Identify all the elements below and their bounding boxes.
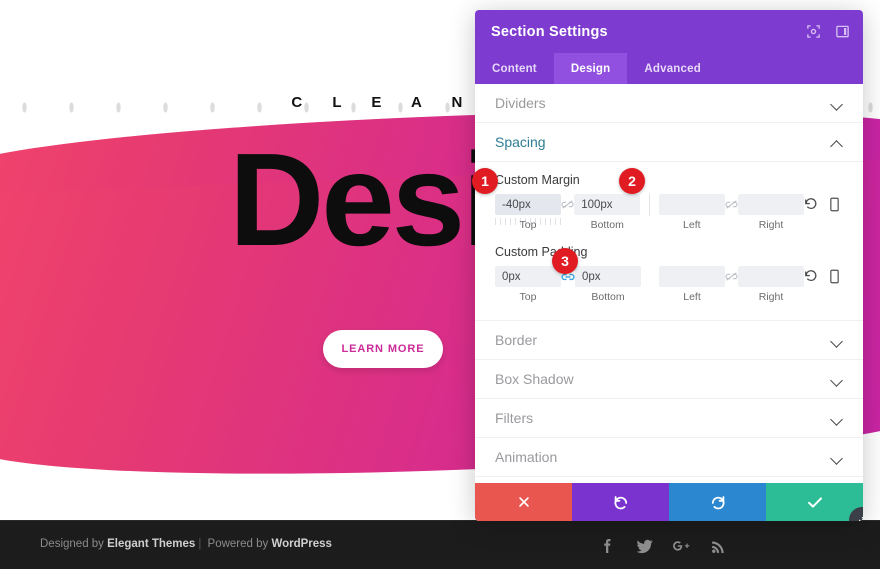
margin-left-caption: Left (683, 219, 701, 231)
margin-top-input[interactable] (495, 194, 561, 215)
site-footer: Designed by Elegant Themes | Powered by W… (0, 520, 880, 569)
custom-padding-row: Top Bottom Left (495, 266, 843, 306)
modal-body: Dividers Spacing Custom Margin Top (475, 84, 863, 483)
margin-bottom-caption: Bottom (590, 219, 624, 231)
chevron-down-icon (832, 100, 843, 107)
custom-margin-label: Custom Margin (495, 173, 580, 187)
annotation-badge-1: 1 (472, 168, 498, 194)
padding-responsive-device-icon[interactable] (829, 269, 843, 285)
margin-top-caption: Top (519, 219, 537, 231)
chevron-down-icon (832, 415, 843, 422)
padding-left-input[interactable] (659, 266, 725, 287)
rss-icon[interactable] (706, 534, 730, 558)
margin-right-group: Right (738, 194, 804, 231)
modal-title: Section Settings (491, 23, 608, 40)
margin-row-tools (804, 194, 843, 215)
annotation-badge-3: 3 (552, 248, 578, 274)
credit-prefix: Designed by (40, 538, 108, 550)
accordion-label-filters: Filters (495, 410, 534, 426)
margin-bottom-group: Bottom (574, 194, 641, 231)
padding-left-group: Left (659, 266, 725, 303)
section-settings-modal: Section Settings Content Design Advanced (475, 10, 863, 521)
margin-bottom-input[interactable] (574, 194, 641, 215)
margin-group-divider (649, 194, 650, 216)
margin-left-right-link-icon[interactable] (725, 194, 738, 215)
accordion-label-border: Border (495, 332, 538, 348)
accordion-border[interactable]: Border (475, 321, 863, 360)
accordion-label-spacing: Spacing (495, 134, 546, 150)
modal-tabs: Content Design Advanced (475, 53, 863, 84)
layout-toggle-icon[interactable] (834, 23, 851, 40)
margin-left-group: Left (658, 194, 725, 231)
tab-design[interactable]: Design (553, 53, 628, 84)
discard-button[interactable] (475, 483, 572, 521)
padding-left-caption: Left (683, 291, 701, 303)
chevron-down-icon (832, 454, 843, 461)
footer-social-links (595, 534, 730, 558)
custom-margin-row: Top Bottom Left (495, 194, 843, 234)
expand-icon[interactable] (805, 23, 822, 40)
modal-header: Section Settings (475, 10, 863, 53)
accordion-dividers[interactable]: Dividers (475, 84, 863, 123)
padding-right-input[interactable] (738, 266, 804, 287)
margin-top-group: Top (495, 194, 561, 231)
margin-left-input[interactable] (658, 194, 725, 215)
tab-content[interactable]: Content (475, 53, 554, 84)
footer-credit: Designed by Elegant Themes | Powered by W… (40, 538, 332, 550)
save-button[interactable] (766, 483, 863, 521)
accordion-label-dividers: Dividers (495, 95, 546, 111)
facebook-icon[interactable] (595, 534, 619, 558)
padding-bottom-group: Bottom (575, 266, 641, 303)
padding-row-tools (804, 266, 843, 287)
chevron-down-icon (832, 376, 843, 383)
learn-more-button[interactable]: LEARN MORE (323, 330, 443, 368)
margin-top-bottom-link-icon[interactable] (561, 194, 574, 215)
padding-reset-icon[interactable] (804, 269, 818, 285)
annotation-badge-2: 2 (619, 168, 645, 194)
credit-platform-link[interactable]: WordPress (271, 538, 332, 550)
custom-padding-label: Custom Padding (495, 245, 588, 259)
padding-left-right-link-icon[interactable] (725, 266, 738, 287)
credit-separator: | (198, 538, 202, 550)
credit-brand-link[interactable]: Elegant Themes (107, 538, 195, 550)
margin-reset-icon[interactable] (804, 197, 818, 213)
credit-middle: Powered by (204, 538, 272, 550)
google-plus-icon[interactable] (669, 534, 693, 558)
margin-responsive-device-icon[interactable] (829, 197, 843, 213)
spacing-panel: Custom Margin Top Bottom (475, 162, 863, 321)
modal-action-bar (475, 483, 863, 521)
padding-bottom-caption: Bottom (591, 291, 625, 303)
screen: C L E A N & W H Design LEARN MORE Design… (0, 0, 880, 569)
padding-bottom-input[interactable] (575, 266, 641, 287)
accordion-label-box-shadow: Box Shadow (495, 371, 574, 387)
padding-right-group: Right (738, 266, 804, 303)
undo-button[interactable] (572, 483, 669, 521)
help-area: ? Help (475, 477, 863, 483)
modal-header-actions (805, 10, 851, 53)
redo-button[interactable] (669, 483, 766, 521)
padding-top-caption: Top (519, 291, 537, 303)
chevron-down-icon (832, 337, 843, 344)
margin-right-input[interactable] (738, 194, 804, 215)
padding-top-input[interactable] (495, 266, 561, 287)
padding-top-group: Top (495, 266, 561, 303)
accordion-animation[interactable]: Animation (475, 438, 863, 477)
chevron-up-icon (832, 139, 843, 146)
accordion-label-animation: Animation (495, 449, 558, 465)
padding-right-caption: Right (758, 291, 784, 303)
twitter-icon[interactable] (632, 534, 656, 558)
accordion-filters[interactable]: Filters (475, 399, 863, 438)
tab-advanced[interactable]: Advanced (627, 53, 718, 84)
accordion-box-shadow[interactable]: Box Shadow (475, 360, 863, 399)
accordion-spacing[interactable]: Spacing (475, 123, 863, 162)
margin-right-caption: Right (758, 219, 784, 231)
